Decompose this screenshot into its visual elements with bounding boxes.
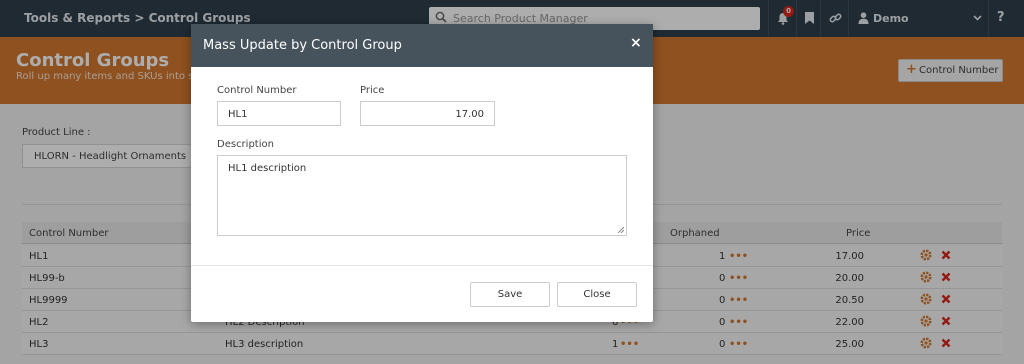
close-button[interactable]: Close xyxy=(557,282,637,307)
dialog-header: Mass Update by Control Group × xyxy=(191,24,653,67)
control-number-field[interactable]: HL1 xyxy=(217,101,341,126)
save-button[interactable]: Save xyxy=(470,282,550,307)
dialog-title: Mass Update by Control Group xyxy=(203,38,402,53)
price-field[interactable]: 17.00 xyxy=(360,101,495,126)
price-label: Price xyxy=(360,85,385,96)
control-number-label: Control Number xyxy=(217,85,297,96)
mass-update-dialog: Mass Update by Control Group × Control N… xyxy=(191,24,653,322)
dialog-footer-divider xyxy=(191,265,653,266)
close-icon[interactable]: × xyxy=(630,35,642,51)
resize-grip-icon[interactable] xyxy=(618,227,624,233)
description-label: Description xyxy=(217,139,274,150)
description-textarea[interactable]: HL1 description xyxy=(217,155,627,236)
description-value: HL1 description xyxy=(228,163,307,174)
